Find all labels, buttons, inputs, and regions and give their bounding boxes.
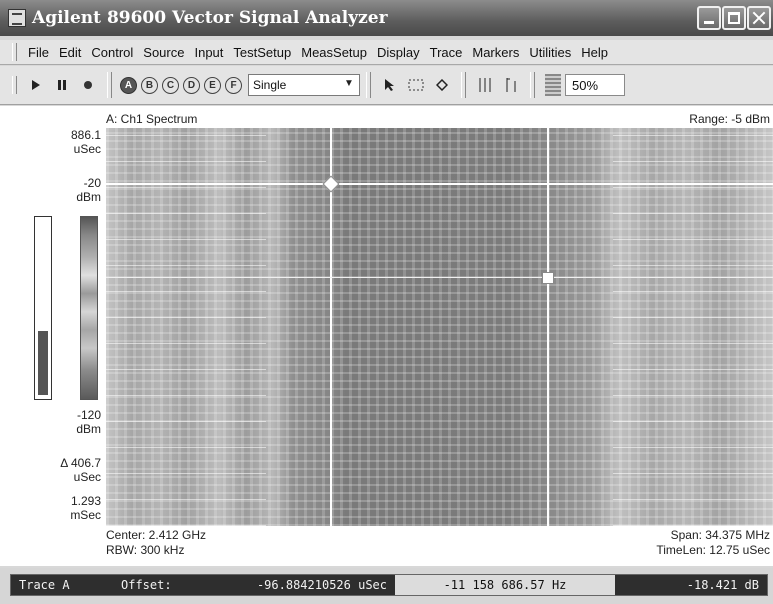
menu-testsetup[interactable]: TestSetup — [228, 45, 296, 60]
time-length: TimeLen: 12.75 uSec — [656, 543, 770, 557]
trace-area: A: Ch1 Spectrum Range: -5 dBm 886.1 uSec… — [0, 106, 773, 566]
y-bottom-unit: mSec — [70, 508, 101, 522]
measurement-mode-select[interactable]: Single ▼ — [248, 74, 360, 96]
menu-source[interactable]: Source — [138, 45, 189, 60]
record-icon — [84, 81, 92, 89]
trace-c-button[interactable]: C — [162, 76, 179, 94]
play-icon — [32, 80, 40, 90]
close-icon — [749, 8, 769, 28]
band-markers-button[interactable] — [474, 74, 496, 96]
menu-file[interactable]: File — [23, 45, 54, 60]
delta-time-unit: uSec — [73, 470, 101, 484]
menu-markers[interactable]: Markers — [467, 45, 524, 60]
marker-line-top[interactable] — [106, 183, 773, 185]
minimize-icon — [699, 8, 719, 28]
app-window: Agilent 89600 Vector Signal Analyzer Fil… — [0, 0, 773, 604]
zoom-level[interactable]: 50% — [565, 74, 625, 96]
scale-bottom-unit: dBm — [76, 422, 101, 436]
offset-label: Offset: — [113, 575, 203, 595]
spectrogram-display[interactable] — [106, 128, 773, 526]
marker-readout-bar: Trace A Offset: -96.884210526 uSec -11 1… — [0, 568, 773, 604]
record-button[interactable] — [77, 74, 99, 96]
trace-label: Trace A — [11, 575, 113, 595]
band-lines-icon — [479, 78, 491, 92]
maximize-button[interactable] — [722, 6, 746, 30]
pointer-tool-button[interactable] — [379, 74, 401, 96]
y-bottom-value: 1.293 — [70, 494, 101, 508]
menu-help[interactable]: Help — [576, 45, 613, 60]
color-scale-bar[interactable] — [80, 216, 98, 400]
span-info: Span: 34.375 MHz TimeLen: 12.75 uSec — [656, 528, 770, 558]
signal-level-fill — [38, 331, 48, 395]
scale-bottom-value: -120 — [76, 408, 101, 422]
toolbar-separator — [530, 72, 535, 98]
toolbar: A B C D E F Single ▼ 50% — [0, 66, 773, 105]
scale-top-value: -20 — [83, 176, 101, 190]
delta-marker-square[interactable] — [542, 272, 554, 284]
chevron-down-icon[interactable]: ▼ — [342, 77, 356, 91]
frequency-info: Center: 2.412 GHz RBW: 300 kHz — [106, 528, 206, 558]
trace-e-button[interactable]: E — [204, 76, 221, 94]
y-top-value: 886.1 — [70, 128, 101, 142]
menu-display[interactable]: Display — [372, 45, 425, 60]
toolbar-separator — [107, 72, 112, 98]
app-icon[interactable] — [8, 9, 26, 27]
center-frequency: Center: 2.412 GHz — [106, 528, 207, 542]
range-label: Range: -5 dBm — [689, 112, 770, 126]
minimize-button[interactable] — [697, 6, 721, 30]
marker-tool-button[interactable] — [431, 74, 453, 96]
signal-level-bar — [34, 216, 52, 400]
delta-time-value: Δ 406.7 — [60, 456, 101, 470]
menu-control[interactable]: Control — [86, 45, 138, 60]
span-value: Span: 34.375 MHz — [670, 528, 770, 542]
scale-bottom-label: -120 dBm — [76, 408, 101, 436]
pause-button[interactable] — [51, 74, 73, 96]
menu-bar: File Edit Control Source Input TestSetup… — [0, 40, 773, 65]
pause-icon — [58, 80, 66, 90]
main-marker-diamond[interactable] — [322, 175, 340, 193]
menu-meassetup[interactable]: MeasSetup — [296, 45, 372, 60]
menu-input[interactable]: Input — [189, 45, 228, 60]
toolbar-separator — [366, 72, 371, 98]
measurement-mode-value: Single — [253, 78, 287, 92]
zoom-box-tool-button[interactable] — [405, 74, 427, 96]
scale-top-unit: dBm — [76, 190, 101, 204]
toolbar-grip[interactable] — [12, 76, 17, 94]
trace-f-button[interactable]: F — [225, 76, 242, 94]
trace-a-button[interactable]: A — [120, 76, 137, 94]
trace-b-button[interactable]: B — [141, 76, 158, 94]
maximize-icon — [724, 8, 744, 28]
delta-marker-button[interactable] — [500, 74, 522, 96]
scale-top-label: -20 dBm — [76, 176, 101, 204]
diamond-marker-icon — [436, 79, 448, 91]
close-button[interactable] — [747, 6, 771, 30]
menu-edit[interactable]: Edit — [54, 45, 86, 60]
y-bottom-label: 1.293 mSec — [70, 494, 101, 522]
y-top-label: 886.1 uSec — [71, 128, 101, 156]
delta-time-label: Δ 406.7 uSec — [60, 456, 101, 484]
toolbar-separator — [461, 72, 466, 98]
menu-utilities[interactable]: Utilities — [524, 45, 576, 60]
spectrogram-band — [612, 128, 773, 526]
marker-readout: Trace A Offset: -96.884210526 uSec -11 1… — [10, 574, 768, 596]
menu-grip[interactable] — [12, 43, 17, 61]
window-title: Agilent 89600 Vector Signal Analyzer — [32, 8, 388, 28]
delta-lines-icon — [506, 78, 516, 92]
trace-title: A: Ch1 Spectrum — [106, 112, 198, 126]
spectrogram-band — [106, 128, 267, 526]
marker-frequency: -11 158 686.57 Hz — [395, 575, 615, 595]
y-top-unit: uSec — [73, 142, 101, 156]
trace-d-button[interactable]: D — [183, 76, 200, 94]
marker-line-middle[interactable] — [106, 277, 773, 278]
menu-trace[interactable]: Trace — [425, 45, 468, 60]
play-button[interactable] — [25, 74, 47, 96]
offset-value: -96.884210526 uSec — [203, 575, 395, 595]
marker-level: -18.421 dB — [615, 575, 767, 595]
zoom-scale-icon — [545, 74, 561, 96]
marker-line-right[interactable] — [547, 128, 549, 526]
cursor-arrow-icon — [385, 79, 394, 91]
dotted-rectangle-icon — [408, 79, 424, 91]
rbw-value: RBW: 300 kHz — [106, 543, 185, 557]
title-bar[interactable]: Agilent 89600 Vector Signal Analyzer — [0, 0, 773, 36]
